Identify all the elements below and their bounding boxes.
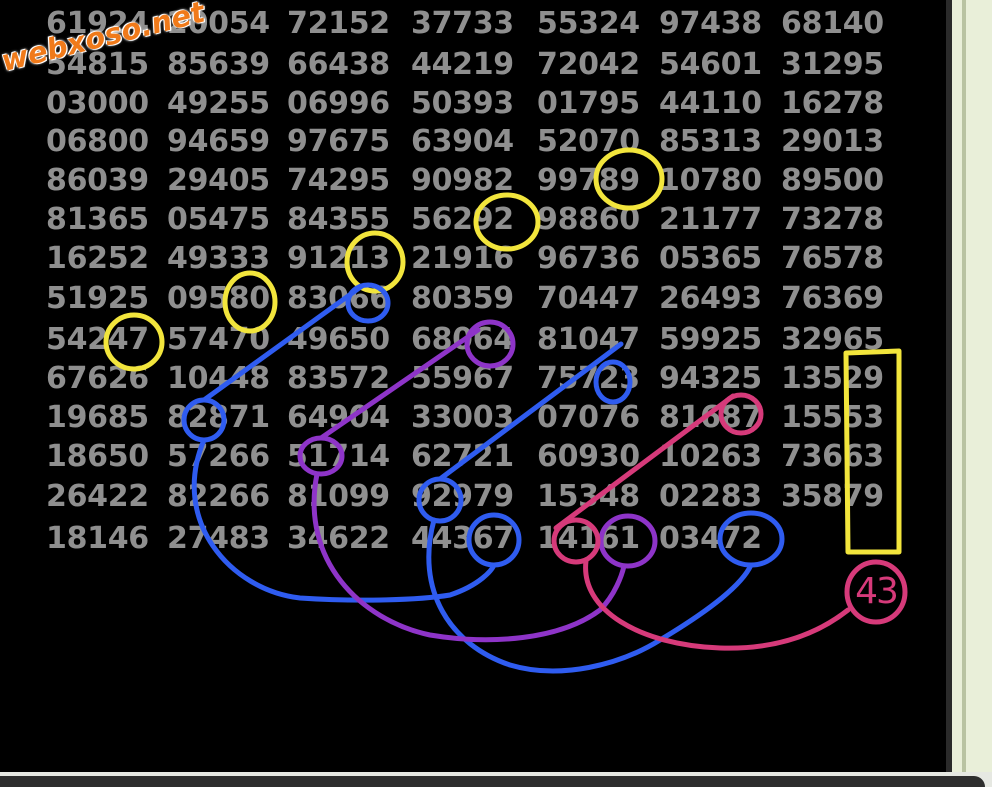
blue-circle bbox=[717, 510, 785, 568]
yellow-marks bbox=[103, 147, 902, 555]
yellow-circle bbox=[593, 147, 665, 211]
blue-connector bbox=[201, 283, 365, 403]
number-board: 61924 20054 72152 37733 55324 97438 68140 54815… bbox=[0, 0, 946, 772]
purple-connector bbox=[311, 471, 627, 643]
purple-circle bbox=[464, 319, 516, 369]
purple-connector bbox=[318, 327, 481, 441]
purple-circle bbox=[598, 513, 658, 569]
blue-connector bbox=[437, 341, 624, 482]
sidebar-panel bbox=[946, 0, 992, 772]
yellow-circle bbox=[473, 192, 541, 252]
yellow-rectangle bbox=[843, 348, 902, 555]
yellow-circle bbox=[103, 312, 165, 372]
blue-circle bbox=[416, 476, 464, 524]
pink-connector bbox=[553, 393, 736, 531]
blue-circle bbox=[181, 397, 227, 443]
sidebar-divider bbox=[962, 0, 966, 772]
yellow-circle bbox=[222, 270, 278, 334]
blue-marks bbox=[181, 282, 785, 674]
purple-circle bbox=[297, 435, 345, 477]
blue-circle bbox=[593, 359, 633, 405]
blue-circle bbox=[466, 512, 522, 568]
handwritten-annotations bbox=[103, 147, 908, 674]
yellow-circle bbox=[344, 230, 406, 294]
answer-label: 43 bbox=[855, 571, 899, 612]
bottom-bar bbox=[0, 776, 985, 787]
